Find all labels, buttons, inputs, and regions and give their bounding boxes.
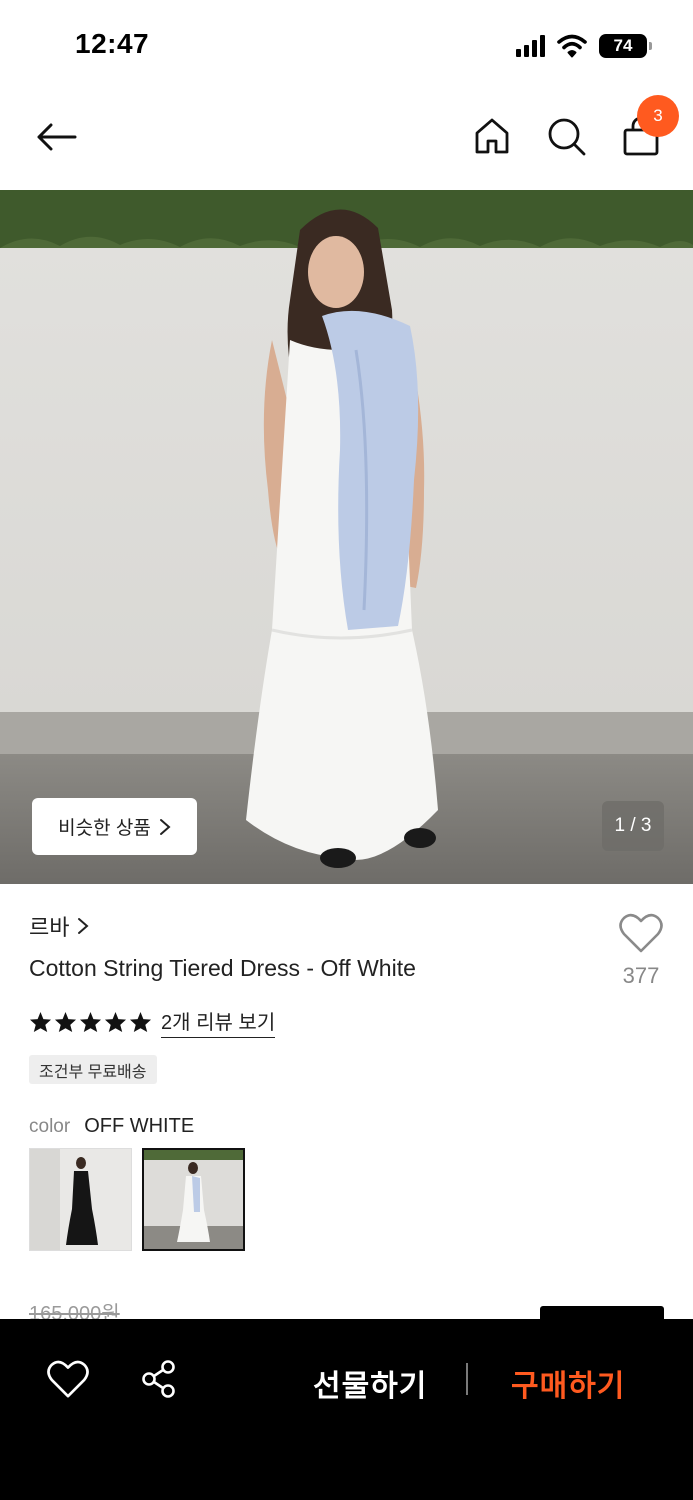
- product-photo: [0, 190, 693, 884]
- star-icon: [29, 1011, 52, 1033]
- nav-bar: [0, 90, 693, 190]
- shipping-tag: 조건부 무료배송: [29, 1055, 157, 1084]
- brand-name: 르바: [29, 915, 70, 940]
- status-time: 12:47: [75, 28, 150, 59]
- wifi-icon: [557, 34, 587, 58]
- product-image-carousel[interactable]: 비슷한 상품 1 / 3: [0, 190, 693, 884]
- swatch-thumbnail: [30, 1149, 131, 1250]
- signal-icon: [516, 35, 545, 57]
- brand-link[interactable]: 르바: [29, 910, 90, 942]
- rating-stars: [29, 1011, 152, 1033]
- share-button[interactable]: [138, 1358, 180, 1400]
- bottom-action-bar: 선물하기 구매하기: [0, 1319, 693, 1500]
- rating-row: 2개 리뷰 보기: [29, 1006, 276, 1038]
- cart-count-badge: 3: [637, 95, 679, 137]
- star-icon: [129, 1011, 152, 1033]
- color-row: color OFF WHITE: [29, 1115, 194, 1138]
- view-reviews-link[interactable]: 2개 리뷰 보기: [161, 1006, 276, 1038]
- star-icon: [79, 1011, 102, 1033]
- chevron-right-icon: [159, 818, 171, 835]
- star-icon: [54, 1011, 77, 1033]
- like-button[interactable]: [46, 1359, 90, 1399]
- color-label: color: [29, 1116, 71, 1137]
- back-button[interactable]: [30, 115, 82, 159]
- swatch-thumbnail: [144, 1150, 243, 1249]
- similar-products-label: 비슷한 상품: [58, 818, 151, 839]
- buy-button[interactable]: 구매하기: [511, 1361, 625, 1405]
- heart-icon: [47, 1360, 89, 1398]
- similar-products-button[interactable]: 비슷한 상품: [32, 798, 197, 855]
- color-swatch-off-white[interactable]: [142, 1148, 245, 1251]
- divider: [466, 1363, 468, 1395]
- color-swatch-black[interactable]: [29, 1148, 132, 1251]
- wishlist-button[interactable]: 377: [610, 912, 672, 989]
- search-button[interactable]: [544, 114, 588, 158]
- image-page-indicator: 1 / 3: [602, 801, 664, 851]
- battery-level: 74: [613, 36, 633, 55]
- wishlist-count: 377: [622, 963, 660, 988]
- chevron-right-icon: [78, 918, 90, 934]
- back-arrow-icon: [37, 123, 77, 151]
- home-button[interactable]: [470, 114, 514, 158]
- heart-icon: [619, 913, 663, 953]
- home-icon: [475, 118, 509, 154]
- status-bar: 12:47 74: [0, 0, 693, 90]
- color-value: OFF WHITE: [84, 1115, 195, 1137]
- gift-button[interactable]: 선물하기: [313, 1361, 427, 1405]
- star-icon: [104, 1011, 127, 1033]
- product-title: Cotton String Tiered Dress - Off White: [29, 955, 416, 981]
- status-icons: 74: [516, 32, 652, 60]
- share-icon: [142, 1360, 175, 1398]
- battery-icon: 74: [599, 34, 652, 58]
- search-icon: [548, 118, 586, 156]
